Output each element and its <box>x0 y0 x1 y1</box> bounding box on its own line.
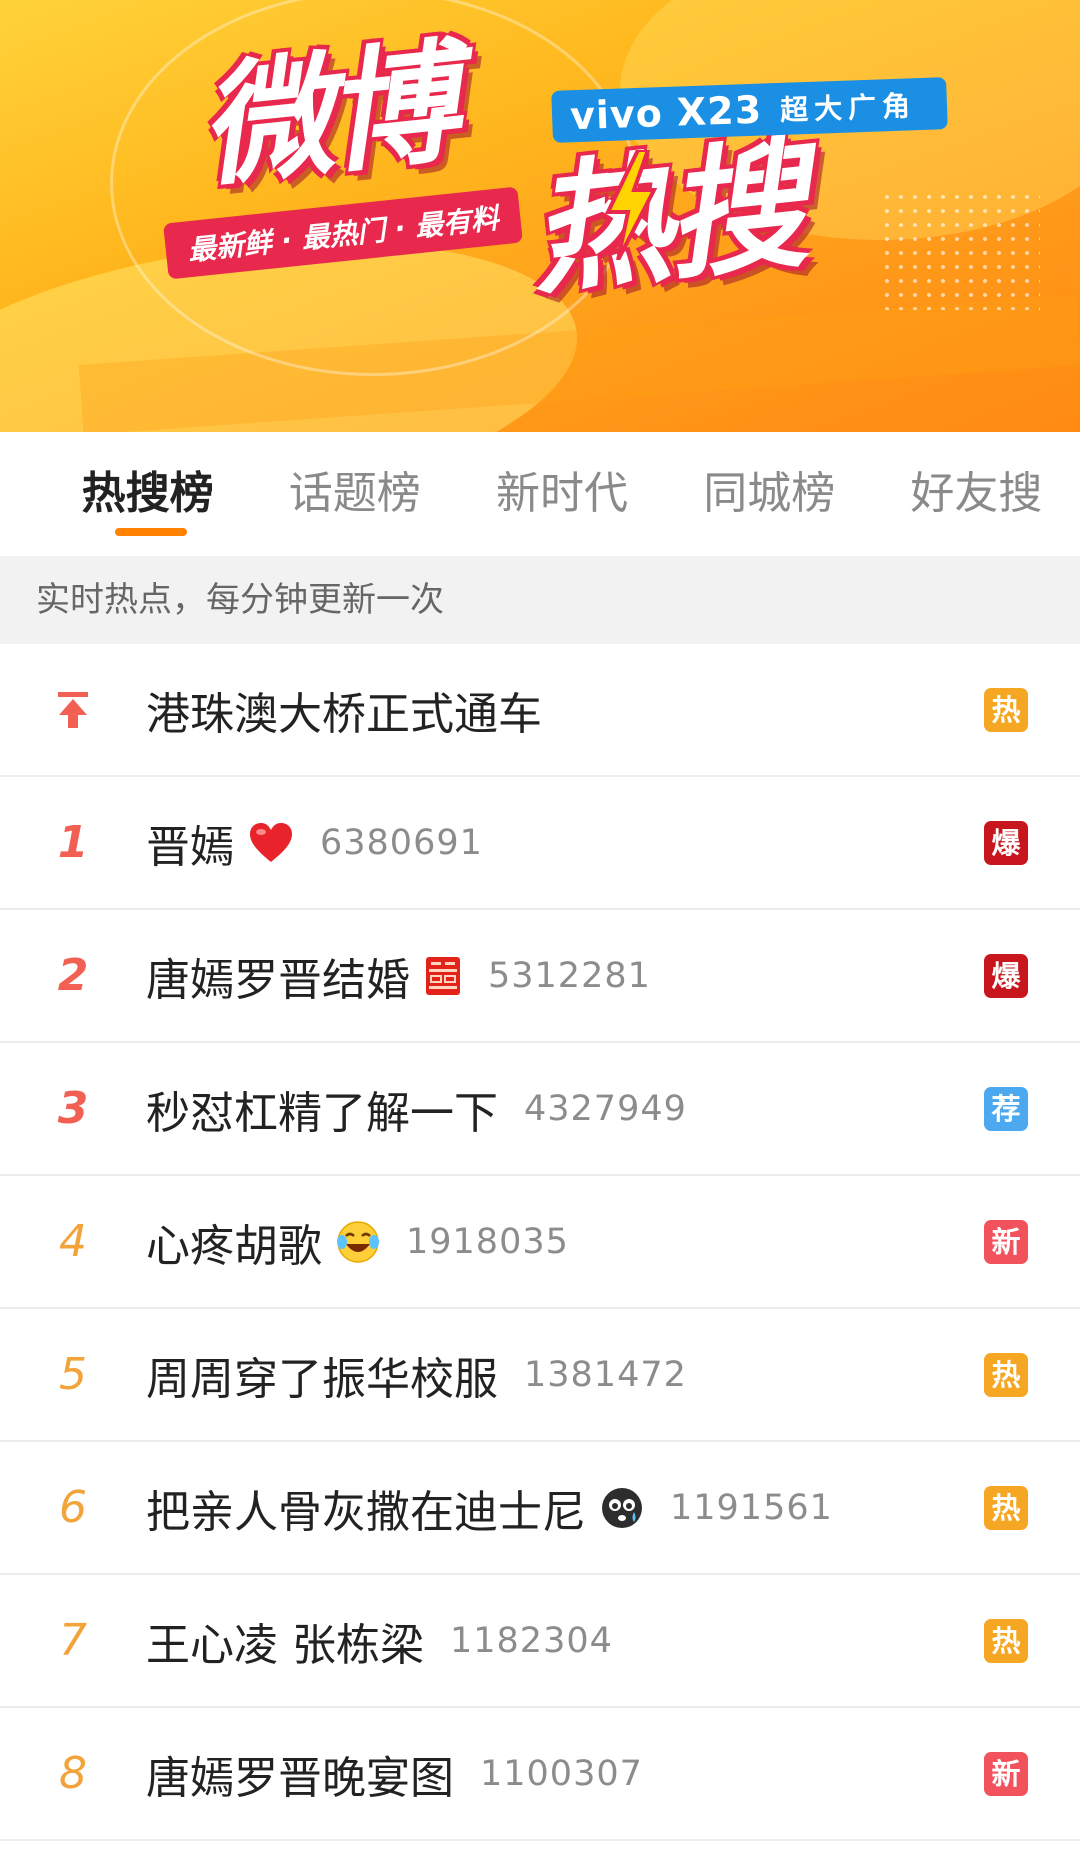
hot-badge: 热 <box>984 687 1028 732</box>
tab-label: 热搜榜 <box>81 468 214 519</box>
list-item[interactable]: 3 秒怼杠精了解一下 4327949 荐 <box>0 1043 1080 1176</box>
topic-title: 周周穿了振华校服 <box>146 1353 498 1405</box>
list-item[interactable]: 6 把亲人骨灰撒在迪士尼 1191561 热 <box>0 1442 1080 1575</box>
banner-dots <box>880 190 1040 310</box>
search-count: 1182304 <box>450 1620 613 1661</box>
rank-number: 8 <box>59 1748 87 1799</box>
tab-label: 新时代 <box>496 468 628 519</box>
hot-badge: 热 <box>984 1485 1028 1530</box>
tab-friends[interactable]: 好友搜 <box>873 432 1080 556</box>
rank-number: 2 <box>57 950 89 1001</box>
search-count: 6380691 <box>320 822 483 863</box>
rank-number: 7 <box>59 1615 87 1666</box>
banner-title-main: 微博 <box>192 26 460 206</box>
rank-number: 1 <box>57 817 89 868</box>
list-item[interactable]: 7 王心凌 张栋梁 1182304 热 <box>0 1575 1080 1708</box>
realtime-info: 实时热点，每分钟更新一次 <box>0 556 1080 644</box>
tab-label: 好友搜 <box>910 468 1043 519</box>
hot-badge: 热 <box>984 1352 1028 1397</box>
tab-local[interactable]: 同城榜 <box>666 432 873 556</box>
search-count: 1381472 <box>524 1354 687 1395</box>
list-item[interactable]: 8 唐嫣罗晋晚宴图 1100307 新 <box>0 1708 1080 1841</box>
boom-badge: 爆 <box>984 953 1028 998</box>
rank-number: 3 <box>57 1083 89 1134</box>
double-happiness-icon <box>424 955 462 997</box>
list-item[interactable]: 2 唐嫣罗晋结婚 5312281 爆 <box>0 910 1080 1043</box>
tab-new-era[interactable]: 新时代 <box>458 432 665 556</box>
topic-title: 把亲人骨灰撒在迪士尼 <box>146 1486 586 1538</box>
ranking-tabs: 热搜榜 话题榜 新时代 同城榜 好友搜 <box>0 432 1080 556</box>
topic-title: 唐嫣罗晋结婚 <box>146 954 410 1006</box>
topic-title: 心疼胡歌 <box>146 1220 322 1272</box>
hot-search-list: 港珠澳大桥正式通车 热 1 晋嫣 6380691 爆 2 唐嫣罗晋结婚 5312… <box>0 644 1080 1841</box>
active-tab-indicator <box>115 528 187 536</box>
pin-top-icon <box>0 690 146 730</box>
tab-topics[interactable]: 话题榜 <box>251 432 458 556</box>
pinned-row[interactable]: 港珠澳大桥正式通车 热 <box>0 644 1080 777</box>
hot-search-banner[interactable]: 微博 热搜 最新鲜 · 最热门 · 最有料 vivo X23 超大广角 <box>0 0 1080 432</box>
tab-hot-search[interactable]: 热搜榜 <box>44 432 251 556</box>
sponsor-tag: 超大广角 <box>779 89 917 127</box>
rank-number: 6 <box>59 1482 87 1533</box>
new-badge: 新 <box>984 1751 1028 1796</box>
rank-number: 5 <box>59 1349 87 1400</box>
heart-icon <box>248 822 294 864</box>
tab-label: 同城榜 <box>703 468 836 519</box>
crying-face-icon <box>600 1486 644 1530</box>
lightning-icon <box>604 150 658 260</box>
topic-title: 秒怼杠精了解一下 <box>146 1087 498 1139</box>
topic-title: 港珠澳大桥正式通车 <box>146 688 542 740</box>
list-item[interactable]: 1 晋嫣 6380691 爆 <box>0 777 1080 910</box>
boom-badge: 爆 <box>984 820 1028 865</box>
banner-title-sub: 热搜 <box>522 124 810 315</box>
crying-laugh-icon <box>336 1220 380 1264</box>
topic-title: 晋嫣 <box>146 821 234 873</box>
search-count: 1191561 <box>670 1487 833 1528</box>
list-item[interactable]: 4 心疼胡歌 1918035 新 <box>0 1176 1080 1309</box>
topic-title: 唐嫣罗晋晚宴图 <box>146 1752 454 1804</box>
search-count: 4327949 <box>524 1088 687 1129</box>
rank-number: 4 <box>59 1216 87 1267</box>
tab-label: 话题榜 <box>288 468 421 519</box>
topic-title: 王心凌 张栋梁 <box>146 1619 424 1671</box>
sponsor-brand: vivo X23 <box>569 87 763 139</box>
list-item[interactable]: 5 周周穿了振华校服 1381472 热 <box>0 1309 1080 1442</box>
search-count: 1100307 <box>480 1753 643 1794</box>
search-count: 1918035 <box>406 1221 569 1262</box>
hot-badge: 热 <box>984 1618 1028 1663</box>
new-badge: 新 <box>984 1219 1028 1264</box>
recommend-badge: 荐 <box>984 1086 1028 1131</box>
search-count: 5312281 <box>488 955 651 996</box>
